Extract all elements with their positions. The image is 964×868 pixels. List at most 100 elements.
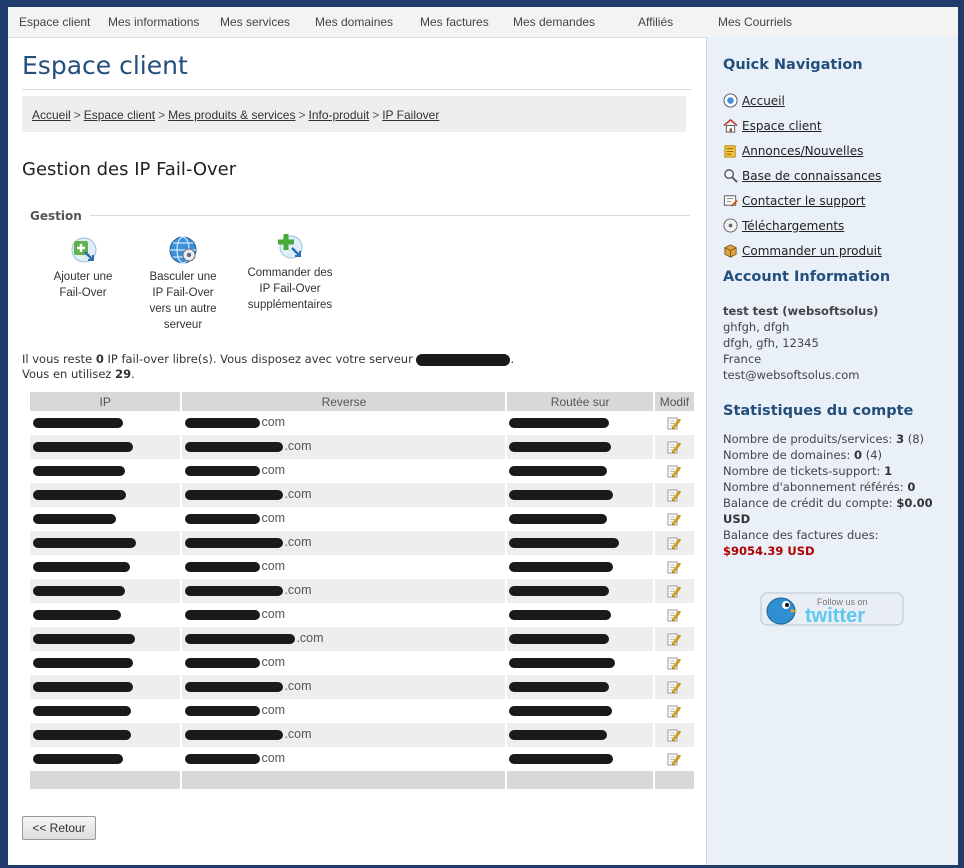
section-title: Gestion des IP Fail-Over: [22, 159, 237, 180]
box-icon: [724, 244, 737, 258]
breadcrumb-ip-failover[interactable]: IP Failover: [382, 108, 439, 122]
edit-pencil-icon[interactable]: [667, 488, 682, 502]
ip-cell: [30, 747, 183, 771]
routed-on-cell: [506, 459, 655, 483]
house-icon: [723, 118, 738, 133]
edit-pencil-icon[interactable]: [667, 632, 682, 646]
modif-cell: [653, 747, 697, 771]
add-failover-action[interactable]: Ajouter une Fail-Over: [40, 235, 126, 301]
reverse-domain-suffix: com: [261, 703, 286, 717]
modif-cell: [653, 651, 697, 675]
breadcrumb-produits-services[interactable]: Mes produits & services: [168, 108, 295, 122]
ip-cell: [30, 651, 183, 675]
edit-pencil-icon[interactable]: [667, 704, 682, 718]
edit-pencil-icon[interactable]: [667, 584, 682, 598]
account-country: France: [723, 352, 762, 366]
ip-cell: [30, 531, 183, 555]
quicknav-commander-produit[interactable]: Commander un produit: [723, 243, 882, 258]
redacted-routed-on: [509, 754, 614, 764]
edit-pencil-icon[interactable]: [667, 512, 682, 526]
table-footer-cell: [653, 771, 697, 789]
redacted-reverse: [185, 706, 261, 716]
account-email: test@websoftsolus.com: [723, 368, 860, 382]
action-label-line: Fail-Over: [59, 287, 107, 299]
table-header-row: IP Reverse Routée sur Modif: [30, 392, 697, 411]
edit-pencil-icon[interactable]: [667, 656, 682, 670]
twitter-follow-badge[interactable]: Follow us on twitter: [759, 589, 905, 629]
modif-cell: [653, 579, 697, 603]
table-row: com: [30, 555, 697, 579]
quicknav-annonces[interactable]: Annonces/Nouvelles: [723, 143, 863, 158]
nav-mes-courriels[interactable]: Mes Courriels: [718, 15, 792, 29]
action-label-line: IP Fail-Over: [152, 287, 214, 299]
redacted-reverse: [185, 490, 284, 500]
redacted-reverse: [185, 562, 261, 572]
nav-mes-informations[interactable]: Mes informations: [108, 15, 199, 29]
table-row: .com: [30, 531, 697, 555]
reverse-cell: com: [181, 603, 508, 627]
breadcrumb-espace-client[interactable]: Espace client: [84, 108, 155, 122]
edit-pencil-icon[interactable]: [667, 560, 682, 574]
redacted-ip: [33, 418, 123, 428]
edit-pencil-icon[interactable]: [667, 608, 682, 622]
quicknav-accueil[interactable]: Accueil: [723, 93, 785, 108]
nav-mes-services[interactable]: Mes services: [220, 15, 290, 29]
gestion-legend: Gestion: [30, 209, 88, 223]
table-row: .com: [30, 627, 697, 651]
redacted-reverse: [185, 514, 261, 524]
nav-affilies[interactable]: Affiliés: [638, 15, 673, 29]
quicknav-label: Contacter le support: [742, 194, 866, 208]
page-title: Espace client: [22, 51, 188, 80]
quicknav-label: Base de connaissances: [742, 169, 882, 183]
redacted-ip: [33, 490, 126, 500]
nav-espace-client[interactable]: Espace client: [19, 15, 90, 29]
quicknav-base-connaissances[interactable]: Base de connaissances: [723, 168, 881, 183]
table-footer-cell: [181, 771, 508, 789]
table-row: .com: [30, 723, 697, 747]
quicknav-espace-client[interactable]: Espace client: [723, 118, 822, 133]
stat-label: Balance des factures dues:: [723, 528, 879, 542]
stat-label: Nombre de domaines:: [723, 448, 855, 462]
order-failover-action[interactable]: Commander des IP Fail-Over supplémentair…: [234, 231, 346, 313]
quicknav-telechargements[interactable]: Téléchargements: [723, 218, 844, 233]
action-label-line: supplémentaires: [247, 299, 333, 311]
edit-pencil-icon[interactable]: [667, 752, 682, 766]
info-text: Il vous reste: [22, 352, 96, 366]
breadcrumb-info-produit[interactable]: Info-produit: [309, 108, 370, 122]
ip-cell: [30, 675, 183, 699]
edit-pencil-icon[interactable]: [667, 728, 682, 742]
reverse-cell: com: [181, 459, 508, 483]
nav-mes-factures[interactable]: Mes factures: [420, 15, 489, 29]
nav-mes-domaines[interactable]: Mes domaines: [315, 15, 393, 29]
add-failover-icon: [71, 237, 97, 263]
switch-failover-action[interactable]: Basculer une IP Fail-Over vers un autre …: [137, 235, 229, 333]
ip-cell: [30, 723, 183, 747]
redacted-reverse: [185, 634, 296, 644]
redacted-ip: [33, 466, 125, 476]
modif-cell: [653, 723, 697, 747]
failover-ip-table: IP Reverse Routée sur Modif com .com com .c…: [30, 392, 697, 789]
redacted-routed-on: [509, 658, 616, 668]
quicknav-contacter-support[interactable]: Contacter le support: [723, 193, 865, 208]
edit-pencil-icon[interactable]: [667, 464, 682, 478]
modif-cell: [653, 675, 697, 699]
nav-mes-demandes[interactable]: Mes demandes: [513, 15, 595, 29]
edit-pencil-icon[interactable]: [667, 680, 682, 694]
news-icon: [724, 145, 736, 158]
edit-pencil-icon[interactable]: [667, 440, 682, 454]
table-row: com: [30, 699, 697, 723]
breadcrumb-accueil[interactable]: Accueil: [32, 108, 71, 122]
quicknav-label: Commander un produit: [742, 244, 882, 258]
quick-navigation-title: Quick Navigation: [723, 57, 863, 73]
modif-cell: [653, 411, 697, 435]
ip-cell: [30, 627, 183, 651]
redacted-reverse: [185, 658, 261, 668]
edit-pencil-icon[interactable]: [667, 536, 682, 550]
back-button[interactable]: << Retour: [22, 816, 96, 840]
account-address-line: ghfgh, dfgh: [723, 320, 790, 334]
edit-pencil-icon[interactable]: [667, 416, 682, 430]
support-icon: [723, 195, 738, 207]
redacted-ip: [33, 682, 133, 692]
table-row: com: [30, 459, 697, 483]
reverse-domain-suffix: .com: [284, 439, 312, 453]
